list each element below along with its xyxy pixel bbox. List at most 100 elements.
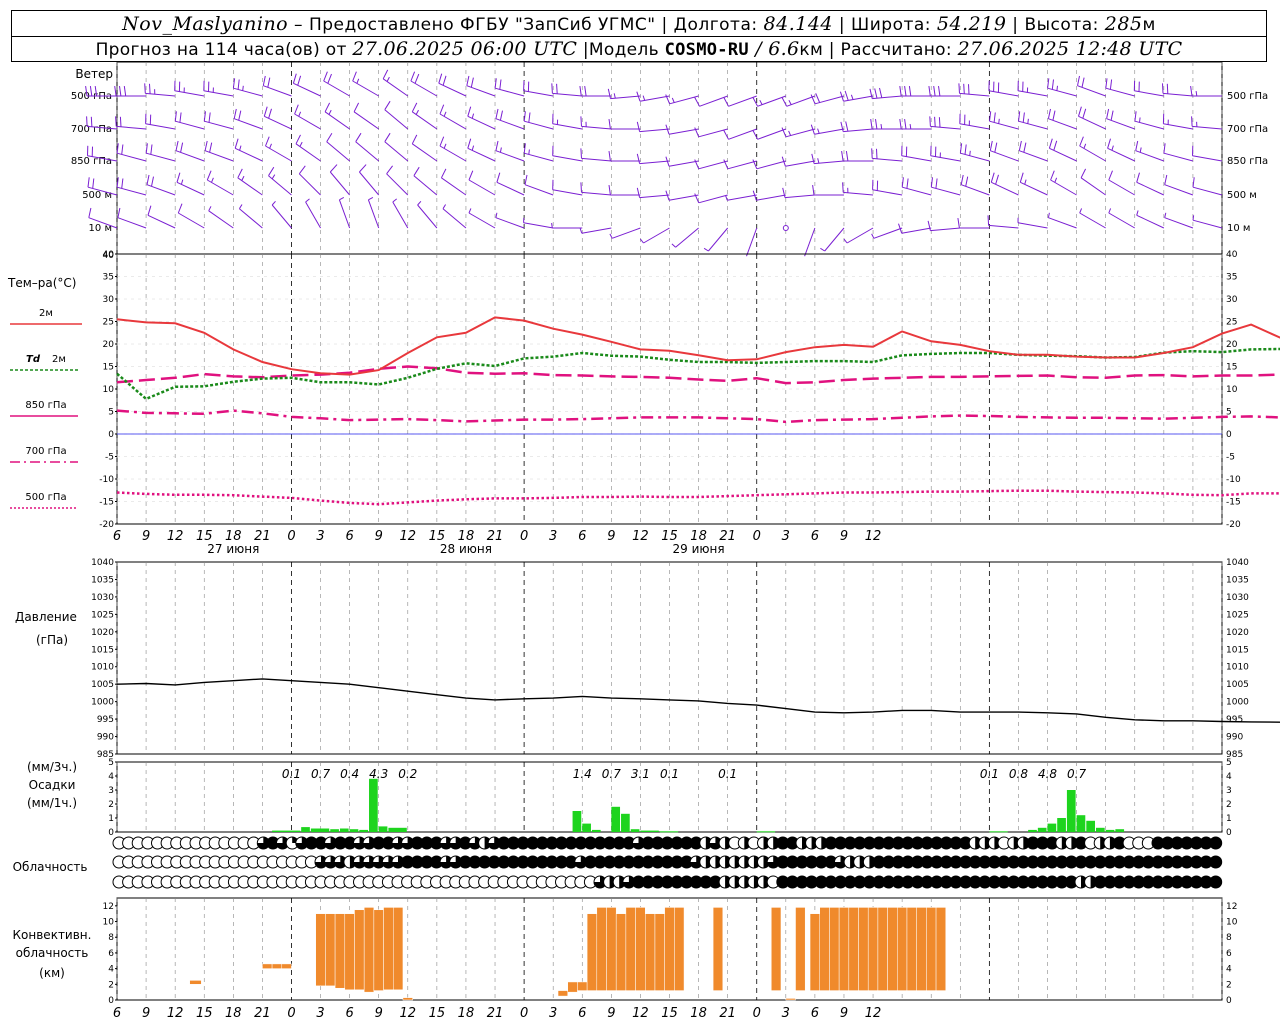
wind-barb-shaft (271, 204, 292, 229)
precip-bar (378, 826, 388, 832)
precip-ytick-right: 4 (1226, 772, 1232, 782)
wind-barb-flag (386, 165, 394, 175)
wind-barb-flag (237, 168, 243, 179)
wind-barb-flag (339, 196, 345, 201)
wind-barb-flag (90, 116, 93, 127)
wind-barb-flag (269, 143, 272, 149)
wind-barb-shaft (639, 194, 670, 199)
temp-ytick-left: -5 (105, 453, 114, 463)
wind-barb-flag (179, 112, 182, 123)
t850-legend-label: 850 гПа (25, 400, 66, 411)
conv-xtick: 0 (287, 1006, 295, 1021)
convective-cloud-bar (262, 963, 273, 969)
temp-xtick: 12 (632, 529, 649, 544)
convective-cloud-bar (606, 907, 617, 991)
precip-3h-sum: 0.7 (602, 767, 621, 781)
temp-xtick: 9 (607, 529, 615, 544)
wind-barb-flag (323, 71, 328, 82)
wind-barb-flag (119, 116, 122, 127)
precip-bar (1057, 818, 1066, 832)
wind-barb-flag (298, 111, 302, 117)
wind-barb-flag (267, 77, 271, 88)
t2m-legend-label: 2м (39, 308, 53, 319)
wind-barb-flag (840, 121, 844, 132)
conv-ytick-left: 0 (108, 996, 114, 1006)
convective-cloud-bar (858, 907, 869, 991)
precip-bar (1037, 827, 1047, 832)
wind-barb-shaft (353, 111, 379, 130)
temp-label: Тем–ра(°С) (7, 276, 76, 290)
wind-barb-shaft (757, 95, 786, 107)
precip-bar (1095, 827, 1105, 832)
wind-barb-flag (608, 119, 611, 130)
temp-xtick: 3 (782, 529, 790, 544)
wind-barb-flag (414, 73, 420, 84)
wind-barb-flag (115, 116, 117, 127)
wind-barb-flag (904, 86, 907, 97)
wind-barb-flag (957, 218, 960, 229)
wind-barb-shaft (727, 194, 757, 201)
td-legend-label: Td (26, 354, 41, 365)
temp-xtick: 6 (811, 529, 819, 544)
conv-ytick-left: 6 (108, 949, 114, 959)
wind-barb-flag (1047, 212, 1050, 218)
press-ytick-right: 1005 (1226, 680, 1249, 690)
wind-barb-shaft (757, 128, 786, 140)
wind-barb-shaft (698, 160, 728, 170)
wind-barb-shaft (1079, 212, 1106, 229)
pressure-panel: 985 985990 990995 9951000 10001005 10051010 10… (91, 558, 1280, 760)
temp-ytick-right: -10 (1226, 475, 1241, 485)
wind-barb-flag (355, 132, 362, 142)
convective-cloud-bar (848, 907, 859, 991)
cloud-label: Облачность (13, 860, 88, 874)
precipitation-panel: 0 0 1 1 2 2 3 3 4 4 5 5 0.1 0.7 0.4 4.3 0.2 1.4 0.7 3.1 0.1 0… (108, 758, 1232, 838)
wind-barb-flag (384, 100, 391, 110)
conv-xtick: 0 (520, 1006, 528, 1021)
press-ytick-right: 990 (1226, 733, 1243, 743)
convective-cloud-bar (674, 907, 685, 991)
conv-xtick: 21 (487, 1006, 504, 1021)
wind-barb-flag (392, 198, 398, 203)
wind-barb-shaft (392, 201, 409, 229)
precip-ytick-left: 5 (108, 758, 114, 768)
precip-bar (330, 829, 339, 832)
convective-cloud-bar (271, 963, 283, 969)
convective-cloud-bar (712, 907, 724, 991)
wind-barb-flag (811, 153, 815, 164)
conv-xtick: 9 (607, 1006, 615, 1021)
wind-barb-flag (879, 87, 883, 98)
wind-barb-shaft (384, 109, 409, 130)
wind-barb-flag (1110, 110, 1114, 121)
wind-barb-flag (671, 243, 676, 248)
wind-barb-flag (121, 144, 124, 155)
conv-xtick: 3 (549, 1006, 557, 1021)
temp-xtick: 9 (840, 529, 848, 544)
precip-ytick-left: 0 (108, 828, 114, 838)
precip-bar (272, 830, 301, 832)
wind-barb-flag (841, 151, 844, 162)
wind-barb-flag (440, 168, 447, 179)
convective-cloud-bar (829, 907, 840, 991)
wind-barb-shaft (668, 160, 699, 167)
wind-barb-flag (938, 117, 941, 128)
wind-barb-flag (87, 177, 90, 188)
wind-barb-flag (496, 172, 501, 183)
convective-cloud-bar (906, 907, 917, 991)
wind-barb-flag (411, 102, 418, 113)
precip-bar (591, 829, 601, 832)
temp-xtick: 12 (865, 529, 882, 544)
wind-barb-flag (241, 175, 245, 181)
wind-barb-shaft (384, 141, 409, 162)
convective-cloud-bar (596, 907, 607, 991)
wind-barb-shaft (804, 227, 816, 257)
wind-barb-flag (990, 172, 995, 183)
wind-barb-flag (356, 78, 360, 84)
wind-barb-shaft (756, 160, 786, 170)
wind-barb-flag (353, 102, 360, 113)
wind-barb-flag (151, 176, 154, 187)
wind-barb-flag (265, 136, 270, 147)
precip-bar (1105, 829, 1115, 832)
convective-cloud-bar (926, 907, 937, 991)
wind-barb-shaft (901, 227, 932, 234)
wind-barb-flag (1162, 83, 1164, 94)
